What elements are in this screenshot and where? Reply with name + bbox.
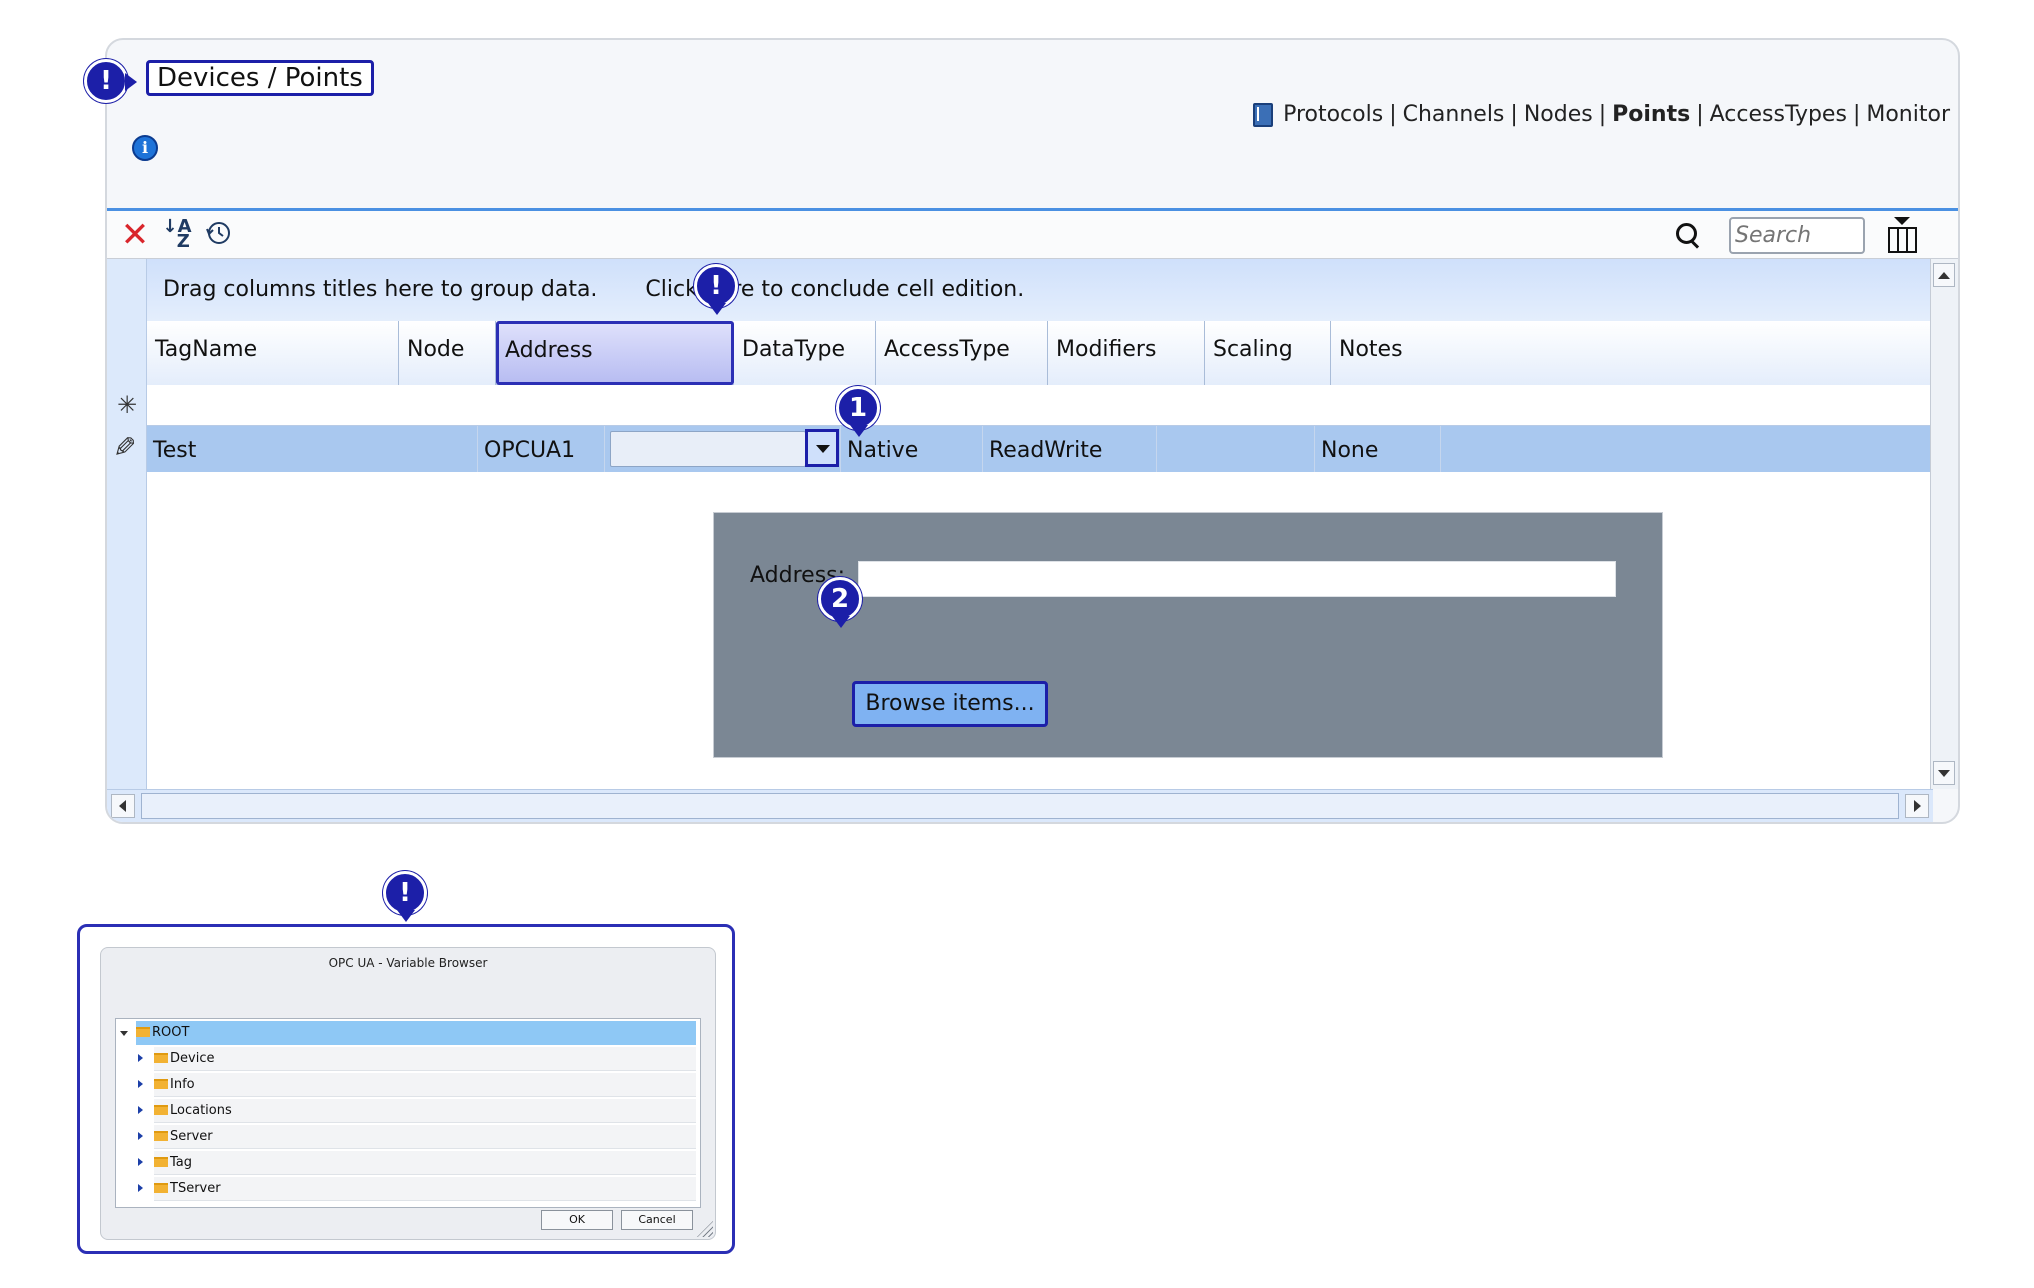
cancel-button[interactable]: Cancel [621, 1210, 693, 1230]
nav-link-points[interactable]: Points [1612, 102, 1690, 127]
column-header-notes[interactable]: Notes [1331, 321, 1931, 385]
column-header-modifiers[interactable]: Modifiers [1048, 321, 1205, 385]
cell-accesstype[interactable]: ReadWrite [983, 426, 1157, 472]
address-edit-input[interactable] [610, 431, 806, 467]
tree-node-server[interactable]: Server [154, 1125, 696, 1149]
tree-node-tserver[interactable]: TServer [154, 1177, 696, 1201]
tree-node-label: Server [170, 1129, 213, 1144]
address-input[interactable] [858, 561, 1616, 597]
tree-node-tag[interactable]: Tag [154, 1151, 696, 1175]
folder-icon [136, 1027, 150, 1037]
sort-az-icon[interactable]: ↓A Z [161, 218, 193, 251]
row-selector-column [107, 259, 147, 789]
nav-link-channels[interactable]: Channels [1403, 102, 1505, 127]
cell-tagname[interactable]: Test [147, 426, 478, 472]
column-chooser-icon[interactable] [1886, 217, 1920, 253]
browse-items-button[interactable]: Browse items... [852, 681, 1048, 727]
tree-node-label: Device [170, 1051, 215, 1066]
column-header-tagname[interactable]: TagName [147, 321, 399, 385]
folder-icon [154, 1157, 168, 1167]
edit-row-icon: ✎ [113, 431, 137, 464]
folder-icon [154, 1131, 168, 1141]
tree-node-label: Locations [170, 1103, 232, 1118]
ok-button[interactable]: OK [541, 1210, 613, 1230]
module-nav: Protocols | Channels | Nodes | Points | … [1251, 102, 1950, 127]
tree-node-label: Info [170, 1077, 195, 1092]
scroll-track[interactable] [141, 793, 1899, 819]
group-hint: Drag columns titles here to group data. [163, 277, 598, 302]
warning-marker: ! [84, 59, 137, 103]
scroll-down-button[interactable] [1933, 761, 1955, 785]
address-dropdown-button[interactable] [805, 429, 839, 467]
folder-icon [154, 1183, 168, 1193]
tree-node-label: TServer [170, 1181, 221, 1196]
new-row[interactable] [147, 386, 1933, 426]
column-header-accesstype[interactable]: AccessType [876, 321, 1048, 385]
delete-icon[interactable]: ✕ [119, 218, 151, 252]
history-icon[interactable] [203, 219, 235, 251]
cell-modifiers[interactable] [1157, 426, 1315, 472]
search-input[interactable] [1729, 217, 1865, 254]
nav-link-accesstypes[interactable]: AccessTypes [1710, 102, 1847, 127]
nav-link-nodes[interactable]: Nodes [1524, 102, 1593, 127]
horizontal-scrollbar[interactable] [107, 789, 1933, 822]
step-2-marker: 2 [818, 577, 862, 628]
address-editor-popup: Address: Browse items... [713, 512, 1663, 758]
column-header-datatype[interactable]: DataType [734, 321, 876, 385]
nav-separator: | [1598, 102, 1607, 127]
group-by-panel[interactable]: Drag columns titles here to group data. C… [147, 259, 1933, 321]
warning-marker: ! [383, 871, 427, 922]
scroll-up-button[interactable] [1933, 263, 1955, 287]
tree-node-label: Tag [170, 1155, 193, 1170]
column-header-address[interactable]: Address [496, 321, 734, 385]
scroll-right-button[interactable] [1905, 794, 1929, 818]
opc-variable-browser-dialog: OPC UA - Variable Browser ROOT Device In… [100, 947, 716, 1240]
folder-icon [154, 1105, 168, 1115]
nav-link-monitor[interactable]: Monitor [1866, 102, 1950, 127]
browser-dialog-preview: OPC UA - Variable Browser ROOT Device In… [77, 924, 735, 1254]
info-icon[interactable]: i [132, 135, 158, 161]
variable-tree: ROOT Device Info Locations Server Tag TS… [115, 1018, 701, 1208]
book-icon [1251, 102, 1274, 127]
dialog-title: OPC UA - Variable Browser [328, 956, 488, 970]
collapse-arrow-icon[interactable] [138, 1080, 143, 1088]
tree-node-info[interactable]: Info [154, 1073, 696, 1097]
grid-header: TagName Node Address DataType AccessType… [147, 321, 1933, 385]
tree-node-device[interactable]: Device [154, 1047, 696, 1071]
cell-node[interactable]: OPCUA1 [478, 426, 605, 472]
column-header-node[interactable]: Node [399, 321, 496, 385]
nav-separator: | [1852, 102, 1861, 127]
tree-node-root[interactable]: ROOT [136, 1021, 696, 1045]
warning-marker: ! [694, 264, 738, 315]
nav-separator: | [1389, 102, 1397, 127]
collapse-arrow-icon[interactable] [138, 1132, 143, 1140]
collapse-arrow-icon[interactable] [138, 1106, 143, 1114]
folder-icon [154, 1079, 168, 1089]
breadcrumb: Devices / Points [146, 60, 374, 96]
nav-separator: | [1510, 102, 1518, 127]
grid-toolbar: ✕ ↓A Z [107, 211, 1958, 259]
devices-points-panel: Devices / Points Protocols | Channels | … [105, 38, 1960, 824]
column-header-scaling[interactable]: Scaling [1205, 321, 1331, 385]
folder-icon [154, 1053, 168, 1063]
nav-link-protocols[interactable]: Protocols [1283, 102, 1383, 127]
expand-arrow-icon[interactable] [120, 1031, 128, 1036]
vertical-scrollbar[interactable] [1930, 259, 1958, 789]
tree-node-label: ROOT [152, 1025, 190, 1040]
table-row[interactable]: Test OPCUA1 Native ReadWrite None [147, 426, 1933, 472]
cell-scaling[interactable]: None [1315, 426, 1441, 472]
cell-address[interactable] [605, 426, 841, 472]
collapse-arrow-icon[interactable] [138, 1184, 143, 1192]
new-row-icon: ✳ [117, 391, 138, 419]
tree-node-locations[interactable]: Locations [154, 1099, 696, 1123]
scroll-left-button[interactable] [111, 794, 135, 818]
nav-separator: | [1696, 102, 1704, 127]
search-icon [1674, 221, 1702, 249]
resize-grip-icon[interactable] [697, 1221, 713, 1237]
step-1-marker: 1 [836, 386, 880, 437]
collapse-arrow-icon[interactable] [138, 1158, 143, 1166]
collapse-arrow-icon[interactable] [138, 1054, 143, 1062]
cell-notes[interactable] [1441, 426, 1933, 472]
